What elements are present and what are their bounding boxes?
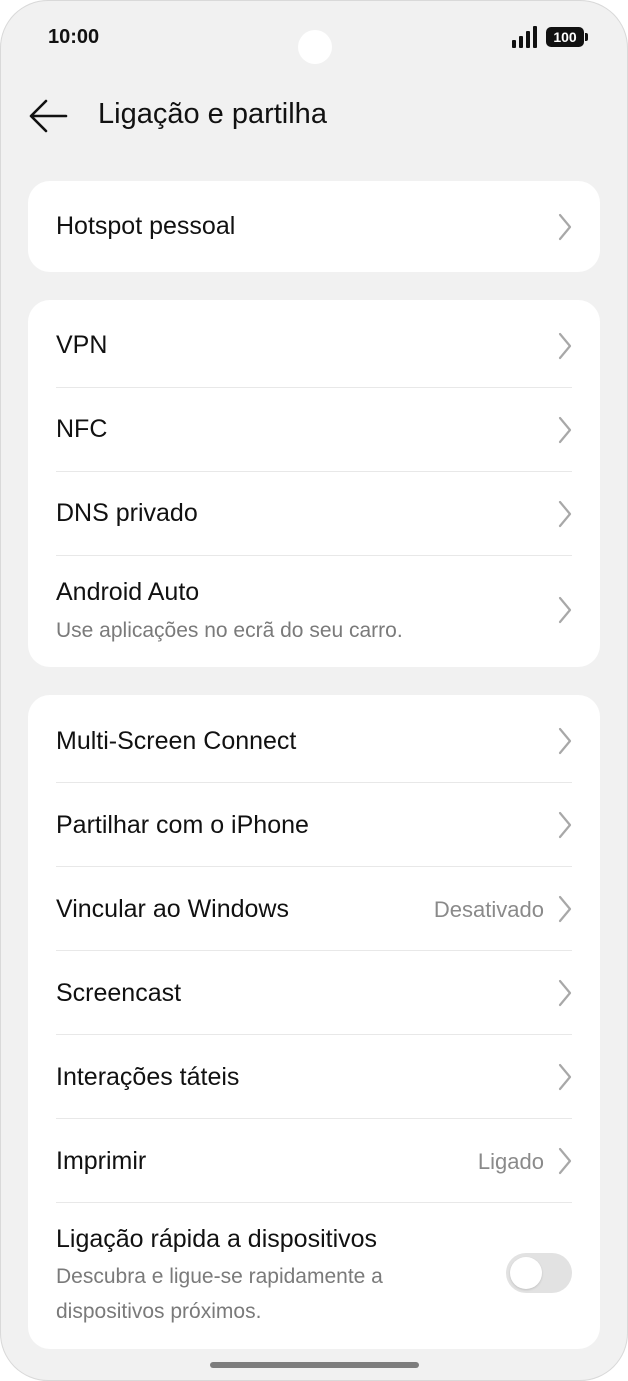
hotspot-card: Hotspot pessoal [28,181,600,272]
toggle-knob [510,1257,542,1289]
home-indicator[interactable] [210,1362,419,1368]
chevron-right-icon [558,332,572,360]
chevron-right-icon [558,727,572,755]
haptic-interactions-row[interactable]: Interações táteis [28,1035,600,1118]
print-row[interactable]: Imprimir Ligado [28,1119,600,1202]
chevron-right-icon [558,416,572,444]
chevron-right-icon [558,811,572,839]
nfc-row[interactable]: NFC [28,388,600,471]
link-to-windows-status: Desativado [433,897,544,922]
quick-device-link-label: Ligação rápida a dispositivos [56,1225,378,1253]
print-status: Ligado [477,1149,544,1174]
screencast-label: Screencast [56,979,182,1007]
phone-screen: 10:00 100 Ligação e partilha Hotspot pes… [0,0,628,1381]
status-time: 10:00 [48,26,100,48]
link-to-windows-row[interactable]: Vincular ao Windows Desativado [28,867,600,950]
chevron-right-icon [558,213,572,241]
signal-icon [512,26,538,48]
vpn-label: VPN [56,331,108,359]
quick-device-link-description: Descubra e ligue-se rapidamente a dispos… [56,1265,383,1323]
page-header: Ligação e partilha [0,86,628,150]
quick-device-link-toggle[interactable] [506,1253,572,1293]
haptic-interactions-label: Interações táteis [56,1063,240,1091]
link-to-windows-label: Vincular ao Windows [56,895,289,923]
chevron-right-icon [558,596,572,624]
share-with-iphone-row[interactable]: Partilhar com o iPhone [28,783,600,866]
battery-icon: 100 [546,27,588,47]
front-camera [298,30,332,64]
back-arrow-icon [29,99,68,133]
back-button[interactable] [26,96,72,136]
android-auto-label: Android Auto [56,578,200,606]
private-dns-label: DNS privado [56,499,198,527]
chevron-right-icon [558,500,572,528]
multi-screen-connect-row[interactable]: Multi-Screen Connect [28,695,600,782]
status-bar: 10:00 100 [0,0,628,76]
quick-device-link-row: Ligação rápida a dispositivos Descubra e… [28,1203,600,1349]
network-card: VPN NFC DNS privado Android Auto Use apl… [28,300,600,667]
screencast-row[interactable]: Screencast [28,951,600,1034]
connectivity-card: Multi-Screen Connect Partilhar com o iPh… [28,695,600,1349]
vpn-row[interactable]: VPN [28,300,600,387]
chevron-right-icon [558,979,572,1007]
share-with-iphone-label: Partilhar com o iPhone [56,811,309,839]
private-dns-row[interactable]: DNS privado [28,472,600,555]
multi-screen-connect-label: Multi-Screen Connect [56,727,297,755]
chevron-right-icon [558,895,572,923]
hotspot-label: Hotspot pessoal [56,212,236,240]
chevron-right-icon [558,1063,572,1091]
android-auto-description: Use aplicações no ecrã do seu carro. [56,619,403,642]
page-title: Ligação e partilha [98,98,327,130]
nfc-label: NFC [56,415,108,443]
android-auto-row[interactable]: Android Auto Use aplicações no ecrã do s… [28,556,600,667]
print-label: Imprimir [56,1147,147,1175]
hotspot-row[interactable]: Hotspot pessoal [28,181,600,272]
chevron-right-icon [558,1147,572,1175]
